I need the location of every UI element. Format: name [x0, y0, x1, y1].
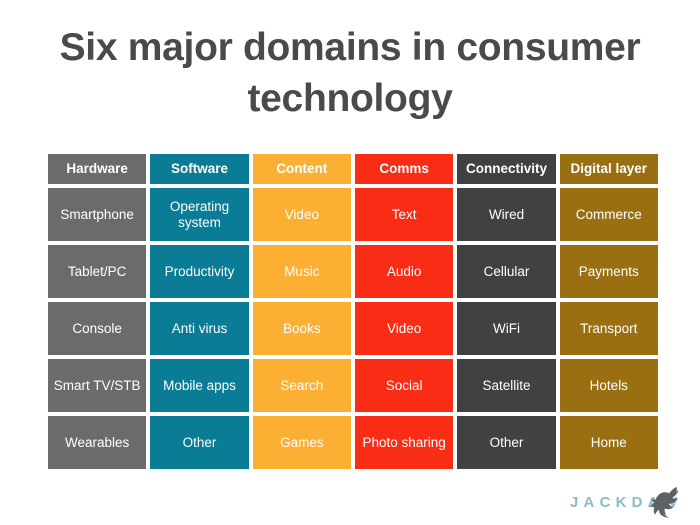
- matrix-cell: WiFi: [457, 302, 556, 355]
- matrix-cell: Wearables: [48, 416, 147, 469]
- jackdaw-bird-icon: [649, 487, 679, 518]
- column-header: Connectivity: [457, 154, 556, 184]
- matrix-cell: Photo sharing: [354, 416, 454, 469]
- matrix-column: Connectivity Wired Cellular WiFi Satellite Ot…: [457, 154, 556, 469]
- matrix-cell: Wired: [457, 188, 556, 241]
- column-header: Digital layer: [559, 154, 658, 184]
- matrix-cell: Books: [252, 302, 351, 355]
- column-header: Hardware: [48, 154, 147, 184]
- matrix-cell: Payments: [559, 245, 658, 298]
- matrix-cell: Social: [354, 359, 454, 412]
- page-title: Six major domains in consumer technology: [59, 26, 641, 121]
- matrix-cell: Games: [252, 416, 351, 469]
- column-header: Comms: [354, 154, 454, 184]
- matrix-column: Content Video Music Books Search Games: [252, 154, 351, 469]
- matrix-cell: Hotels: [559, 359, 658, 412]
- domains-matrix: Hardware Smartphone Tablet/PC Console Smart …: [48, 154, 658, 469]
- matrix-column: Hardware Smartphone Tablet/PC Console Smart …: [48, 154, 147, 469]
- brand-logo: JACKDAW: [570, 487, 700, 521]
- matrix-cell: Productivity: [150, 245, 249, 298]
- matrix-cell: Operating system: [150, 188, 249, 241]
- matrix-cell: Text: [354, 188, 454, 241]
- matrix-cell: Video: [354, 302, 454, 355]
- matrix-cell: Other: [457, 416, 556, 469]
- column-header: Software: [150, 154, 249, 184]
- matrix-cell: Commerce: [559, 188, 658, 241]
- matrix-cell: Audio: [354, 245, 454, 298]
- matrix-cell: Search: [252, 359, 351, 412]
- matrix-column: Comms Text Audio Video Social Photo sharing: [354, 154, 454, 469]
- matrix-cell: Console: [48, 302, 147, 355]
- column-header: Content: [252, 154, 351, 184]
- matrix-cell: Anti virus: [150, 302, 249, 355]
- matrix-cell: Video: [252, 188, 351, 241]
- matrix-cell: Other: [150, 416, 249, 469]
- matrix-cell: Satellite: [457, 359, 556, 412]
- matrix-column: Software Operating system Productivity Anti…: [150, 154, 249, 469]
- matrix-column: Digital layer Commerce Payments Transport Ho…: [559, 154, 658, 469]
- matrix-cell: Transport: [559, 302, 658, 355]
- matrix-cell: Home: [559, 416, 658, 469]
- matrix-cell: Music: [252, 245, 351, 298]
- matrix-cell: Cellular: [457, 245, 556, 298]
- matrix-cell: Smartphone: [48, 188, 147, 241]
- matrix-cell: Smart TV/STB: [48, 359, 147, 412]
- matrix-cell: Mobile apps: [150, 359, 249, 412]
- matrix-cell: Tablet/PC: [48, 245, 147, 298]
